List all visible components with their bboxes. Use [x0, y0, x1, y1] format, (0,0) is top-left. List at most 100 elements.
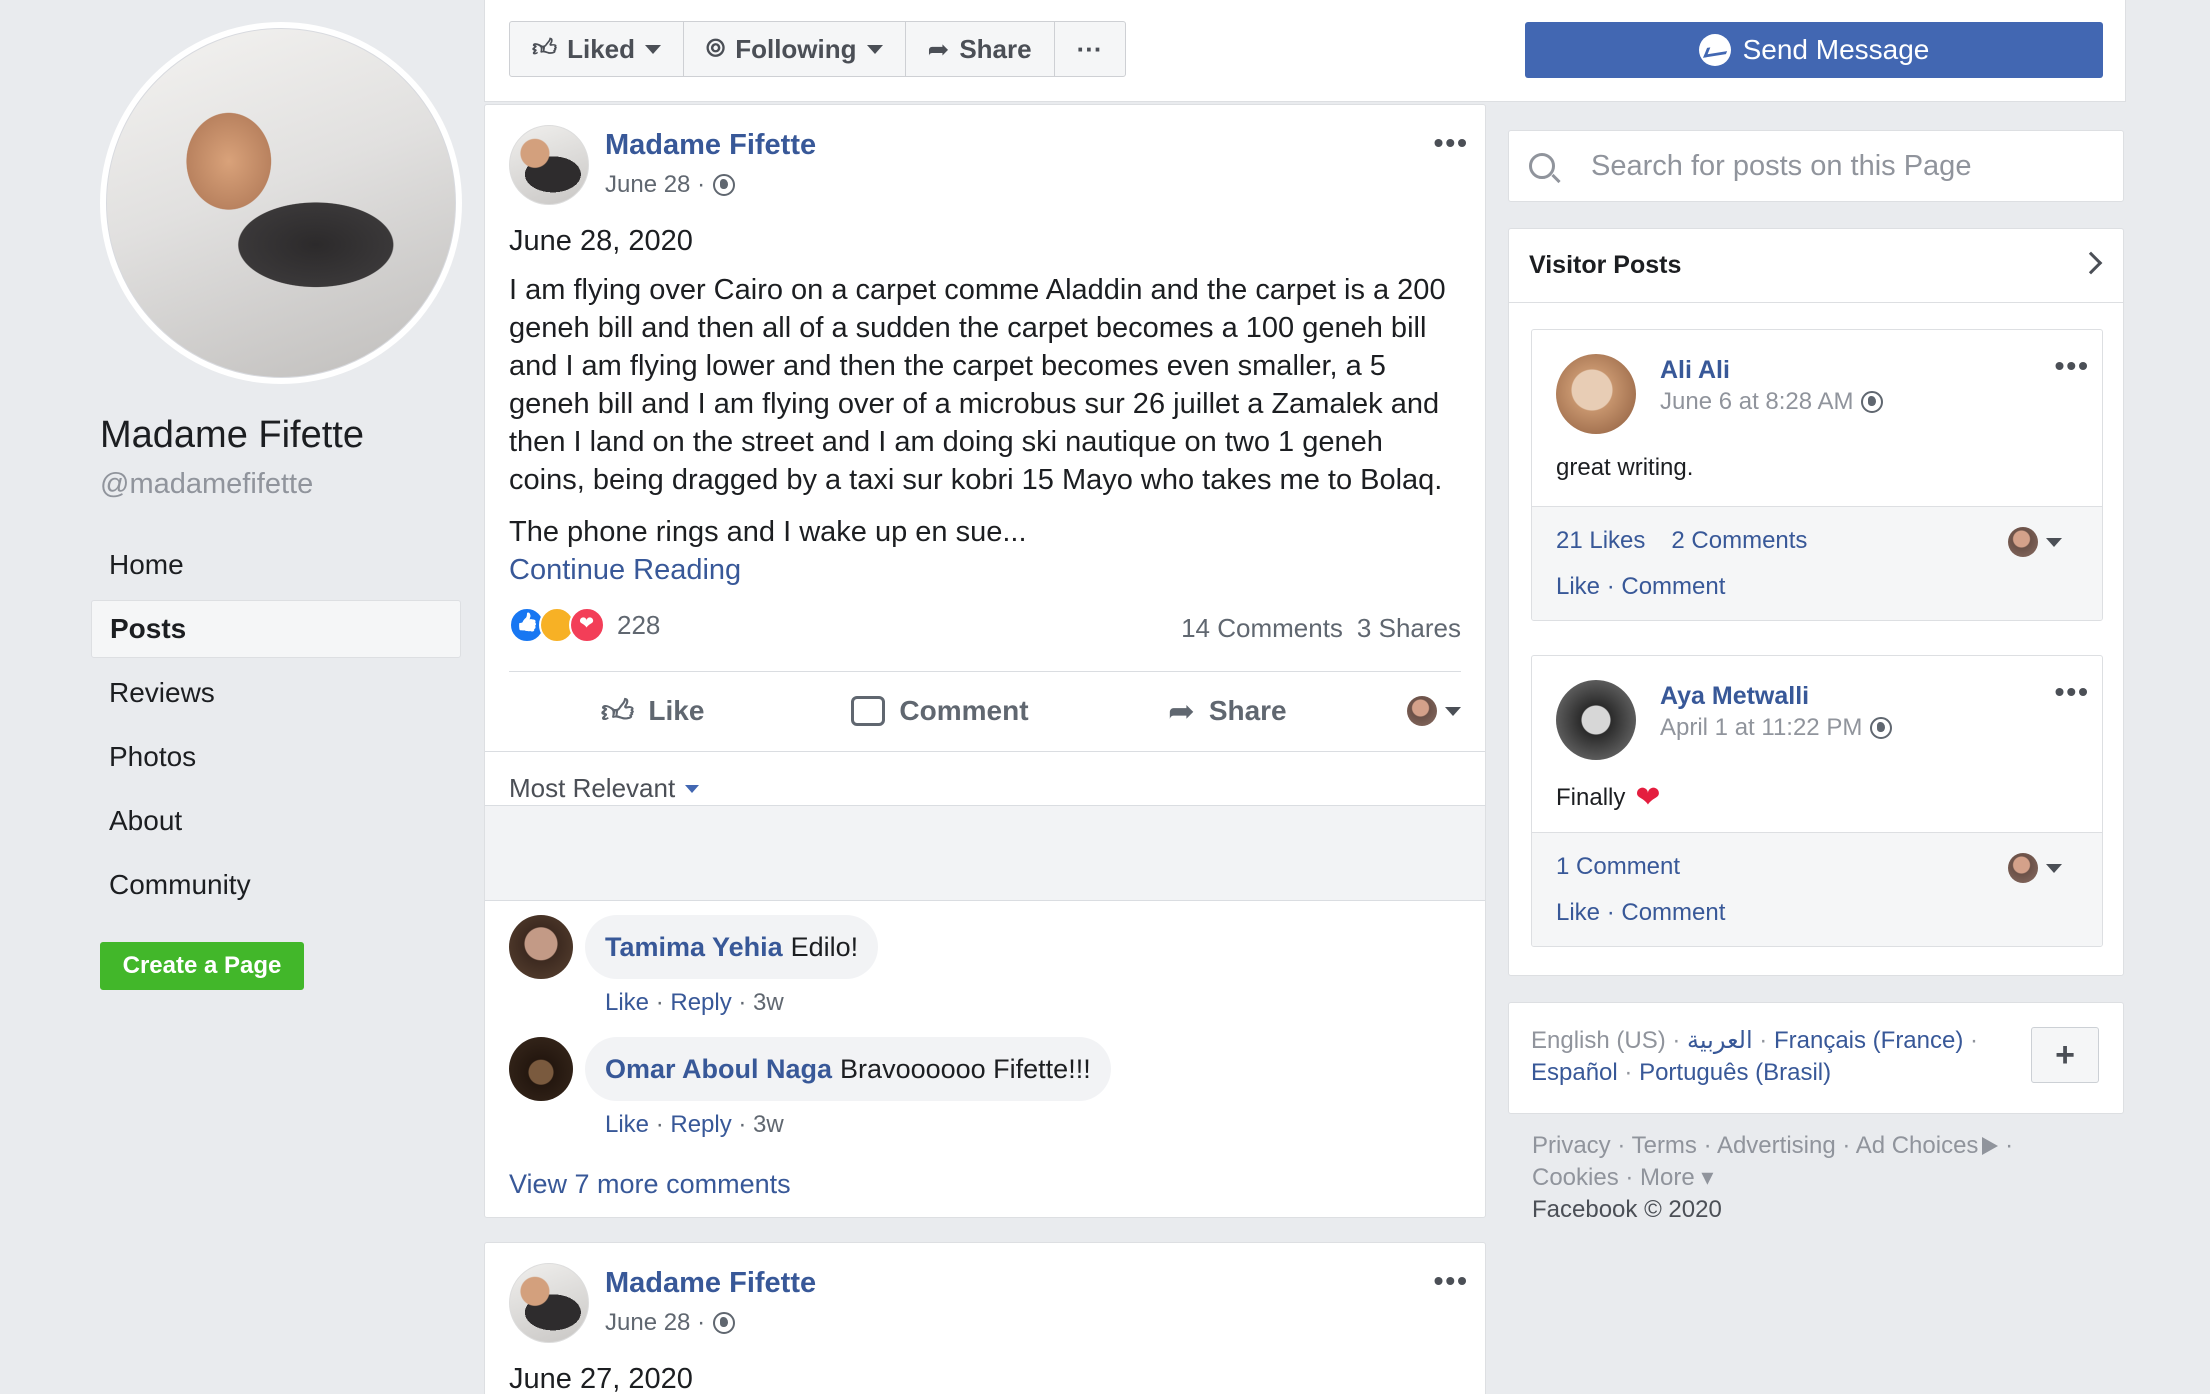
visitor-post-stats: 1 Comment — [1556, 853, 1680, 881]
post-date-line: June 28, 2020 — [509, 225, 693, 257]
share-button[interactable]: ➦ Share — [1084, 692, 1371, 730]
share-page-button[interactable]: ➦ Share — [906, 22, 1055, 76]
avatar[interactable] — [509, 915, 573, 979]
ad-choices-icon — [1982, 1137, 1999, 1155]
nav-reviews[interactable]: Reviews — [91, 664, 461, 722]
search-input[interactable] — [1591, 149, 2111, 183]
post-time-text: June 28 · — [605, 1309, 706, 1336]
visitor-name[interactable]: Aya Metwalli — [1660, 682, 1809, 711]
more-link[interactable]: More ▾ — [1640, 1164, 1713, 1191]
shares-count[interactable]: 3 Shares — [1357, 613, 1461, 644]
engagement-counts: 14 Comments 3 Shares — [1181, 613, 1461, 644]
comment-button[interactable]: Comment — [796, 695, 1083, 727]
visitor-time-text: June 6 at 8:28 AM — [1660, 388, 1854, 415]
share-arrow-icon: ➦ — [927, 33, 950, 64]
comment-text: Bravoooooo Fifette!!! — [840, 1053, 1091, 1084]
cookies-link[interactable]: Cookies — [1532, 1164, 1619, 1191]
like-link[interactable]: Like — [1556, 573, 1600, 600]
comments-count[interactable]: 2 Comments — [1671, 527, 1807, 555]
terms-link[interactable]: Terms — [1632, 1132, 1697, 1159]
likes-count[interactable]: 21 Likes — [1556, 527, 1645, 555]
post-author[interactable]: Madame Fifette — [605, 1267, 816, 1300]
visitor-posts-header[interactable]: Visitor Posts — [1509, 229, 2123, 303]
nav-photos[interactable]: Photos — [91, 728, 461, 786]
nav-home[interactable]: Home — [91, 536, 461, 594]
visitor-posts-panel: Visitor Posts Ali Ali June 6 at 8:28 AM … — [1508, 228, 2124, 976]
comment-age[interactable]: 3w — [753, 1111, 784, 1138]
avatar[interactable] — [1556, 680, 1636, 760]
post-options-button[interactable]: ••• — [1434, 1265, 1469, 1297]
rss-icon: ⦾ — [706, 35, 726, 62]
comment-link[interactable]: Comment — [1621, 573, 1725, 600]
page-action-bar: 👍︎ Liked ⦾ Following ➦ Share ··· Send Me… — [484, 0, 2126, 102]
visitor-post-options-button[interactable]: ••• — [2055, 676, 2090, 708]
send-message-button[interactable]: Send Message — [1525, 22, 2103, 78]
language-portuguese[interactable]: Português (Brasil) — [1639, 1059, 1831, 1086]
commenter-name[interactable]: Tamima Yehia — [605, 932, 783, 963]
avatar[interactable] — [509, 1037, 573, 1101]
visitor-text: Finally — [1556, 783, 1626, 811]
more-label: More — [1640, 1164, 1695, 1191]
visitor-post-card: Ali Ali June 6 at 8:28 AM ••• great writ… — [1531, 329, 2103, 621]
visitor-post-time[interactable]: June 6 at 8:28 AM — [1660, 388, 1884, 416]
comment-input-area[interactable] — [485, 805, 1485, 901]
visitor-post-options-button[interactable]: ••• — [2055, 350, 2090, 382]
privacy-link[interactable]: Privacy — [1532, 1132, 1611, 1159]
liked-button[interactable]: 👍︎ Liked — [510, 22, 685, 76]
language-french[interactable]: Français (France) — [1774, 1027, 1963, 1054]
comment-like-link[interactable]: Like — [605, 1111, 649, 1138]
comment-label: Comment — [899, 695, 1029, 726]
continue-reading-link[interactable]: Continue Reading — [509, 551, 741, 589]
post-as-selector[interactable] — [2008, 527, 2062, 557]
profile-picture[interactable] — [100, 22, 462, 384]
visitor-post-time[interactable]: April 1 at 11:22 PM — [1660, 714, 1893, 742]
comment-like-link[interactable]: Like — [605, 989, 649, 1016]
nav-community[interactable]: Community — [91, 856, 461, 914]
nav-posts[interactable]: Posts — [91, 600, 461, 658]
comment-link[interactable]: Comment — [1621, 899, 1725, 926]
comment-sort-dropdown[interactable]: Most Relevant — [509, 773, 700, 804]
avatar — [1406, 696, 1437, 726]
avatar[interactable] — [509, 125, 589, 205]
page-handle[interactable]: @madamefifette — [100, 468, 313, 501]
nav-about[interactable]: About — [91, 792, 461, 850]
post-date-line: June 27, 2020 — [509, 1363, 693, 1394]
create-page-button[interactable]: Create a Page — [100, 942, 304, 990]
comment-age[interactable]: 3w — [753, 989, 784, 1016]
reactions-summary[interactable]: 228 — [509, 607, 660, 643]
chevron-down-icon — [2046, 537, 2062, 547]
post-as-selector[interactable] — [1371, 696, 1461, 726]
action-button-group: 👍︎ Liked ⦾ Following ➦ Share ··· — [509, 21, 1126, 77]
add-language-button[interactable]: + — [2031, 1027, 2099, 1083]
like-link[interactable]: Like — [1556, 899, 1600, 926]
comment-reply-link[interactable]: Reply — [670, 1111, 731, 1138]
chevron-down-icon — [645, 44, 662, 54]
following-button[interactable]: ⦾ Following — [684, 22, 906, 76]
left-column: Madame Fifette @madamefifette Home Posts… — [0, 0, 484, 1394]
following-label: Following — [735, 33, 857, 64]
comments-count[interactable]: 14 Comments — [1181, 613, 1343, 644]
post-author[interactable]: Madame Fifette — [605, 129, 816, 162]
messenger-icon — [1698, 34, 1731, 66]
ad-choices-link[interactable]: Ad Choices — [1856, 1132, 1999, 1159]
view-more-comments-link[interactable]: View 7 more comments — [509, 1169, 791, 1200]
comments-count[interactable]: 1 Comment — [1556, 853, 1680, 881]
like-button[interactable]: 👍︎ Like — [509, 692, 796, 731]
avatar[interactable] — [1556, 354, 1636, 434]
avatar[interactable] — [509, 1263, 589, 1343]
visitor-post-actions: Like · Comment — [1556, 899, 1726, 926]
advertising-link[interactable]: Advertising — [1717, 1132, 1836, 1159]
language-arabic[interactable]: العربية — [1687, 1027, 1753, 1054]
post-timestamp[interactable]: June 28 · — [605, 171, 736, 199]
post-card: Madame Fifette June 28 · ••• June 28, 20… — [484, 104, 1486, 1218]
comment-reply-link[interactable]: Reply — [670, 989, 731, 1016]
visitor-text: great writing. — [1556, 454, 1694, 481]
more-options-button[interactable]: ··· — [1055, 22, 1125, 76]
language-spanish[interactable]: Español — [1531, 1059, 1618, 1086]
post-timestamp[interactable]: June 28 · — [605, 1309, 736, 1337]
visitor-name[interactable]: Ali Ali — [1660, 356, 1730, 385]
post-as-selector[interactable] — [2008, 853, 2062, 883]
commenter-name[interactable]: Omar Aboul Naga — [605, 1054, 832, 1085]
page-name[interactable]: Madame Fifette — [100, 414, 364, 457]
post-options-button[interactable]: ••• — [1434, 127, 1469, 159]
